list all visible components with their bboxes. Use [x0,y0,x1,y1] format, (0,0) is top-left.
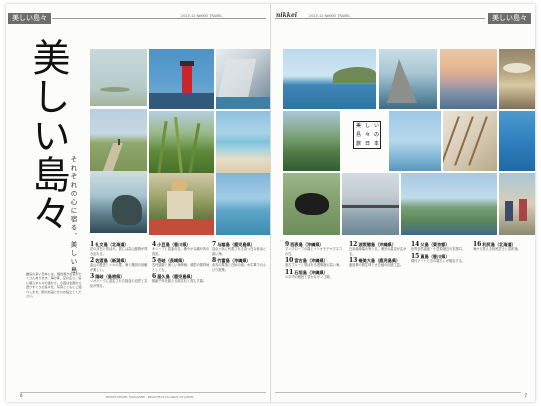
footer-rule-right [275,392,521,393]
glyph: 旅 [355,141,361,147]
photo-black-pig [283,173,340,235]
pattern-icon: 美 し い 島 々 の 旅 日 本 [353,121,381,149]
footer-rule-left [20,392,266,393]
glyph: い [373,123,379,129]
right-page: nikkei 2015.12 NIKKEI TRAVEL 美しい島々 美 し い… [271,4,535,402]
photo-pier [342,173,399,235]
entry-body: ジオパークに認定された独自の自然と文化が残る。 [90,279,148,288]
photo-festival-crowd [499,49,535,109]
section-tab-right: 美しい島々 [488,13,531,24]
photo-rocky-peak [379,49,437,109]
entry-body: 宮古ブルーと呼ばれる透明度の高い海。 [285,263,343,267]
photo-misty-sea [90,49,147,106]
photo-sunset-harbor [440,49,497,109]
magazine-spread: 美しい島々 2015.12 NIKKEI TRAVEL 美しい島々 それぞれの心… [6,4,535,402]
photo-blue-ocean [499,111,535,171]
glyph: 美 [355,123,361,129]
entry-body: 川平湾の絶景と豊かなサンゴ礁。 [285,274,333,279]
footer-text-left: NIKKEI TRAVEL MAGAZINE · BEAUTIFUL ISLAN… [106,395,194,399]
entry-body: 赤瓦の集落と白砂の道。水牛車でのんびり散策。 [212,263,267,272]
entry-body: 古代遺跡と美しい海岸線。焼酎の発祥地としても。 [152,263,210,272]
photo-coast-rock [90,171,147,233]
photo-rugged-coast [401,173,497,235]
entry-title: 石垣島（沖縄県） [294,269,328,275]
photo-green-coast [283,111,340,171]
entry-body: 現代アートと島の暮らしが融合する。 [411,258,465,263]
photo-village-people [499,173,535,235]
section-tab-left: 美しい島々 [8,13,51,24]
header-rule-right [275,18,485,19]
entry-body: オリーブと醤油の島。穏やかな瀬戸内の風景。 [152,247,210,256]
photo-lighthouse [149,49,214,109]
glyph: し [364,123,370,129]
glyph: 本 [373,141,379,147]
photo-rock-cliff [216,49,270,109]
photo-weaving-loom [443,111,497,171]
photo-sky-sea [389,111,441,171]
entry-body: 世界自然遺産・小笠原諸島の玄関口。 [411,247,466,251]
entry-body: 海から聳える利尻富士と昆布漁。 [473,247,521,251]
header-meta-left: 2015.12 NIKKEI TRAVEL [181,14,223,18]
entries-column-right-3: 14父島（東京都） 世界自然遺産・小笠原諸島の玄関口。 15直島（香川県） 現代… [411,240,469,390]
feature-title: 美しい島々 [26,38,70,233]
header-rule-left [52,18,266,19]
entry-body: 樹齢千年を超える縄文杉と苔むす森。 [152,279,207,283]
entries-column-right-1: 9西表島（沖縄県） マングローブの森とイリオモテヤマネコの島。 10宮古島（沖縄… [285,240,345,390]
photo-sugarcane [149,111,214,173]
entry-body: 花の浮島と呼ばれ、夏には高山植物が咲き乱れる。 [90,247,148,256]
entry-body: マングローブの森とイリオモテヤマネコの島。 [285,247,343,256]
feature-subtitle: それぞれの心に宿る、美しい島 [69,156,77,275]
left-page: 美しい島々 2015.12 NIKKEI TRAVEL 美しい島々 それぞれの心… [6,4,270,402]
entry-body: 金山の歴史とトキの里。海と棚田の景観が美しい。 [90,263,148,272]
entries-column-left-3: 7与論島（鹿児島県） 百合ヶ浜に代表される真っ白な砂浜と碧い海。 8竹富島（沖縄… [212,240,268,390]
entry-title: 直島（香川県） [420,253,450,259]
entries-column-right-2: 12波照間島（沖縄県） 日本最南端の有人島。満天の星空が広がる。 13奄美大島（… [349,240,407,390]
entries-column-right-4: 16利尻島（北海道） 海から聳える利尻富士と昆布漁。 [473,240,531,390]
glyph: 々 [364,132,370,138]
entry-body: 百合ヶ浜に代表される真っ白な砂浜と碧い海。 [212,247,267,256]
folio-right: 7 [524,393,527,398]
entries-column-left-2: 4小豆島（香川県） オリーブと醤油の島。穏やかな瀬戸内の風景。 5壱岐（長崎県）… [152,240,210,390]
folio-left: 6 [20,393,23,398]
photo-fisherman [149,173,214,235]
entry-body: 亜熱帯の原生林と大島紬の伝統工芸。 [349,263,404,267]
photo-island-view [283,49,376,109]
photo-country-path [90,109,147,171]
glyph: 日 [364,141,370,147]
entries-column-left-1: 1礼文島（北海道） 花の浮島と呼ばれ、夏には高山植物が咲き乱れる。 2佐渡島（新… [90,240,150,390]
glyph: 島 [355,132,361,138]
photo-sea-horizon [216,173,270,235]
photo-beach [216,111,270,173]
feature-intro: 離島の多い日本には、個性豊かな島がたくさんあります。海の青、空の広さ、島に暮らす… [26,272,82,299]
glyph: の [373,132,379,138]
entry-body: 日本最南端の有人島。満天の星空が広がる。 [349,247,407,256]
